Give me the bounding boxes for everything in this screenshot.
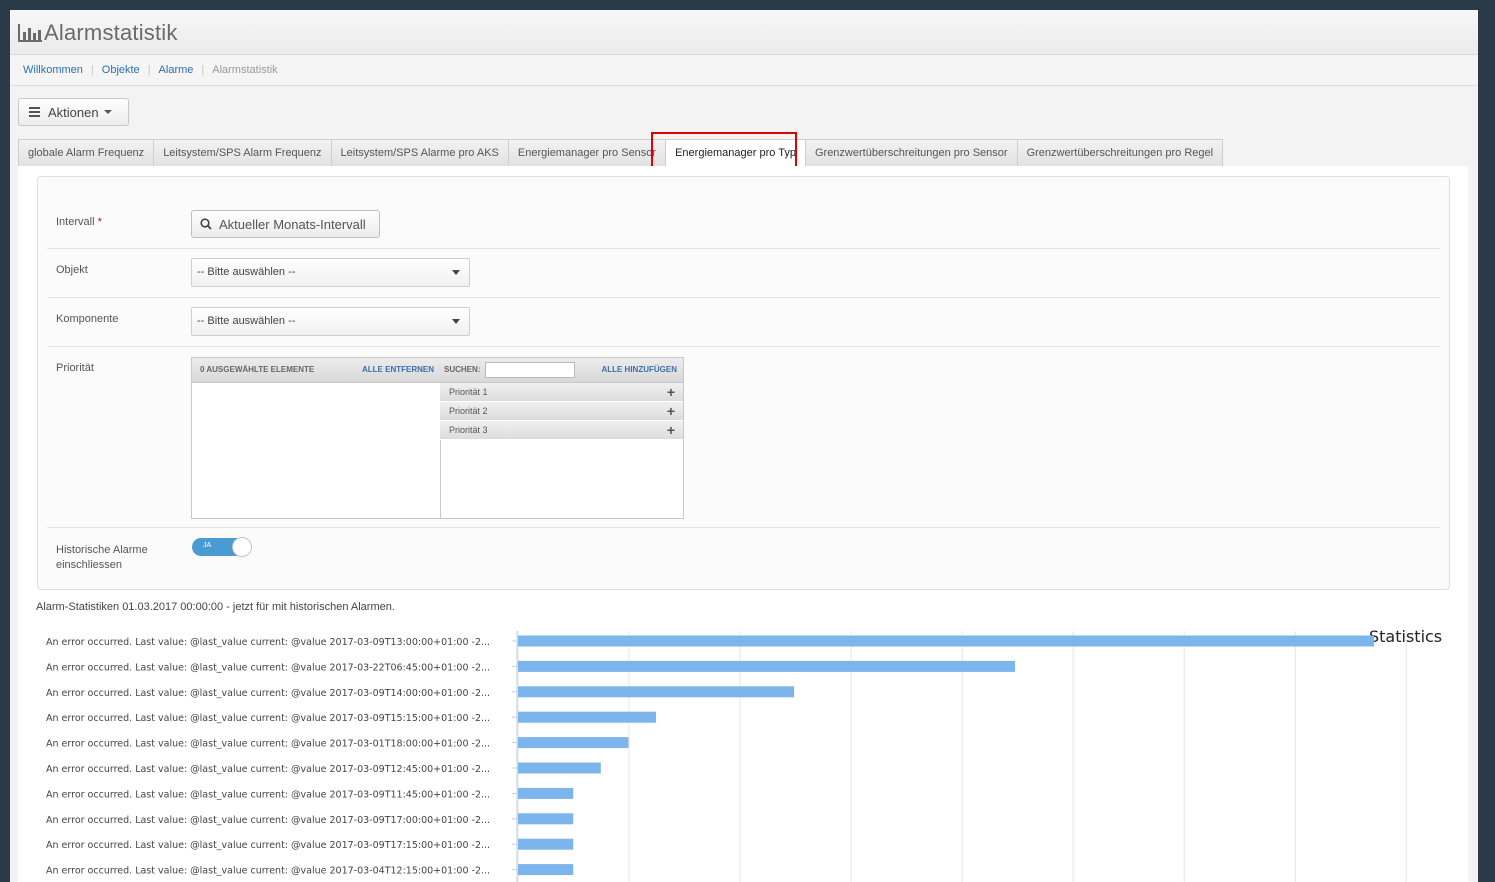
chart-bar — [518, 787, 574, 799]
tab-bar: globale Alarm Frequenz Leitsystem/SPS Al… — [18, 139, 1224, 167]
chart-bar — [518, 711, 657, 723]
object-label: Objekt — [56, 264, 88, 276]
interval-label: Intervall * — [56, 216, 102, 228]
statistics-chart: Statistics An error occurred. Last value:… — [46, 627, 1442, 882]
tab-globale-alarm-frequenz[interactable]: globale Alarm Frequenz — [18, 139, 154, 167]
statistics-caption: Alarm-Statistiken 01.03.2017 00:00:00 - … — [36, 601, 395, 613]
list-item[interactable]: Priorität 2 + — [440, 402, 683, 421]
filter-form: Intervall * Aktueller Monats-Intervall O… — [37, 176, 1450, 590]
tab-leitsystem-alarme-pro-aks[interactable]: Leitsystem/SPS Alarme pro AKS — [330, 139, 508, 167]
chart-category-label: An error occurred. Last value: @last_val… — [46, 840, 490, 851]
priority-label: Priorität — [56, 362, 94, 374]
available-list: SUCHEN: ALLE HINZUFÜGEN Priorität 1 + Pri… — [440, 358, 683, 518]
plus-icon[interactable]: + — [667, 383, 675, 401]
chart-category-label: An error occurred. Last value: @last_val… — [46, 764, 490, 775]
chart-bar — [518, 762, 601, 774]
chart-category-label: An error occurred. Last value: @last_val… — [46, 815, 490, 826]
chart-category-label: An error occurred. Last value: @last_val… — [46, 637, 490, 648]
caret-down-icon — [103, 110, 112, 114]
priority-search-input[interactable] — [485, 362, 575, 378]
tab-grenzwert-pro-regel[interactable]: Grenzwertüberschreitungen pro Regel — [1016, 139, 1224, 167]
chart-category-label: An error occurred. Last value: @last_val… — [46, 866, 490, 877]
search-label: SUCHEN: — [444, 365, 481, 374]
toggle-text: JA — [203, 542, 212, 549]
plus-icon[interactable]: + — [667, 402, 675, 420]
app-window: Alarmstatistik Willkommen | Objekte | Alarme… — [10, 10, 1478, 882]
chart-bar — [518, 686, 795, 698]
required-mark: * — [97, 216, 102, 228]
tab-energiemanager-pro-typ[interactable]: Energiemanager pro Typ — [665, 139, 805, 167]
breadcrumb: Willkommen | Objekte | Alarme | Alarmstatistik — [10, 55, 1478, 86]
list-item[interactable]: Priorität 3 + — [440, 421, 683, 440]
actions-button-label: Aktionen — [48, 104, 99, 120]
chart-bar — [518, 864, 574, 876]
chevron-down-icon — [452, 319, 460, 324]
object-select[interactable]: -- Bitte auswählen -- — [191, 258, 470, 287]
chart-bar — [518, 660, 1016, 672]
interval-button[interactable]: Aktueller Monats-Intervall — [191, 210, 380, 238]
list-item[interactable]: Priorität 1 + — [440, 383, 683, 402]
breadcrumb-willkommen[interactable]: Willkommen — [23, 64, 83, 76]
chart-bar — [518, 838, 574, 850]
chart-category-label: An error occurred. Last value: @last_val… — [46, 739, 490, 750]
selected-count: 0 AUSGEWÄHLTE ELEMENTE — [200, 365, 315, 374]
page-header: Alarmstatistik — [10, 10, 1478, 55]
component-select-value: -- Bitte auswählen -- — [197, 315, 296, 327]
chart-category-label: An error occurred. Last value: @last_val… — [46, 662, 490, 673]
chevron-down-icon — [452, 270, 460, 275]
priority-multiselect: 0 AUSGEWÄHLTE ELEMENTE ALLE ENTFERNEN SU… — [191, 357, 684, 519]
historic-toggle[interactable]: JA — [192, 537, 252, 557]
page-title-text: Alarmstatistik — [44, 20, 178, 45]
chart-title: Statistics — [1369, 627, 1442, 646]
page-title: Alarmstatistik — [18, 20, 178, 46]
selected-list: 0 AUSGEWÄHLTE ELEMENTE ALLE ENTFERNEN — [192, 358, 441, 518]
bar-chart-icon — [18, 24, 42, 42]
chart-category-label: An error occurred. Last value: @last_val… — [46, 789, 490, 800]
search-icon — [200, 218, 212, 230]
plus-icon[interactable]: + — [667, 421, 675, 439]
breadcrumb-alarme[interactable]: Alarme — [159, 64, 194, 76]
tab-content: Intervall * Aktueller Monats-Intervall O… — [18, 166, 1468, 882]
add-all-link[interactable]: ALLE HINZUFÜGEN — [601, 358, 677, 382]
tab-energiemanager-pro-sensor[interactable]: Energiemanager pro Sensor — [507, 139, 666, 167]
interval-button-label: Aktueller Monats-Intervall — [219, 216, 366, 232]
chart-bar — [518, 813, 574, 825]
historic-label: Historische Alarme einschliessen — [56, 544, 148, 571]
chart-bar — [518, 635, 1374, 647]
object-select-value: -- Bitte auswählen -- — [197, 266, 296, 278]
tab-leitsystem-alarm-frequenz[interactable]: Leitsystem/SPS Alarm Frequenz — [153, 139, 331, 167]
remove-all-link[interactable]: ALLE ENTFERNEN — [362, 358, 434, 382]
chart-category-label: An error occurred. Last value: @last_val… — [46, 688, 490, 699]
breadcrumb-current: Alarmstatistik — [212, 64, 278, 76]
toggle-knob — [232, 537, 252, 557]
tab-grenzwert-pro-sensor[interactable]: Grenzwertüberschreitungen pro Sensor — [804, 139, 1017, 167]
component-select[interactable]: -- Bitte auswählen -- — [191, 307, 470, 336]
breadcrumb-objekte[interactable]: Objekte — [102, 64, 140, 76]
menu-icon — [29, 105, 40, 119]
chart-category-label: An error occurred. Last value: @last_val… — [46, 713, 490, 724]
chart-bar — [518, 737, 629, 749]
component-label: Komponente — [56, 313, 119, 325]
actions-button[interactable]: Aktionen — [18, 98, 129, 126]
